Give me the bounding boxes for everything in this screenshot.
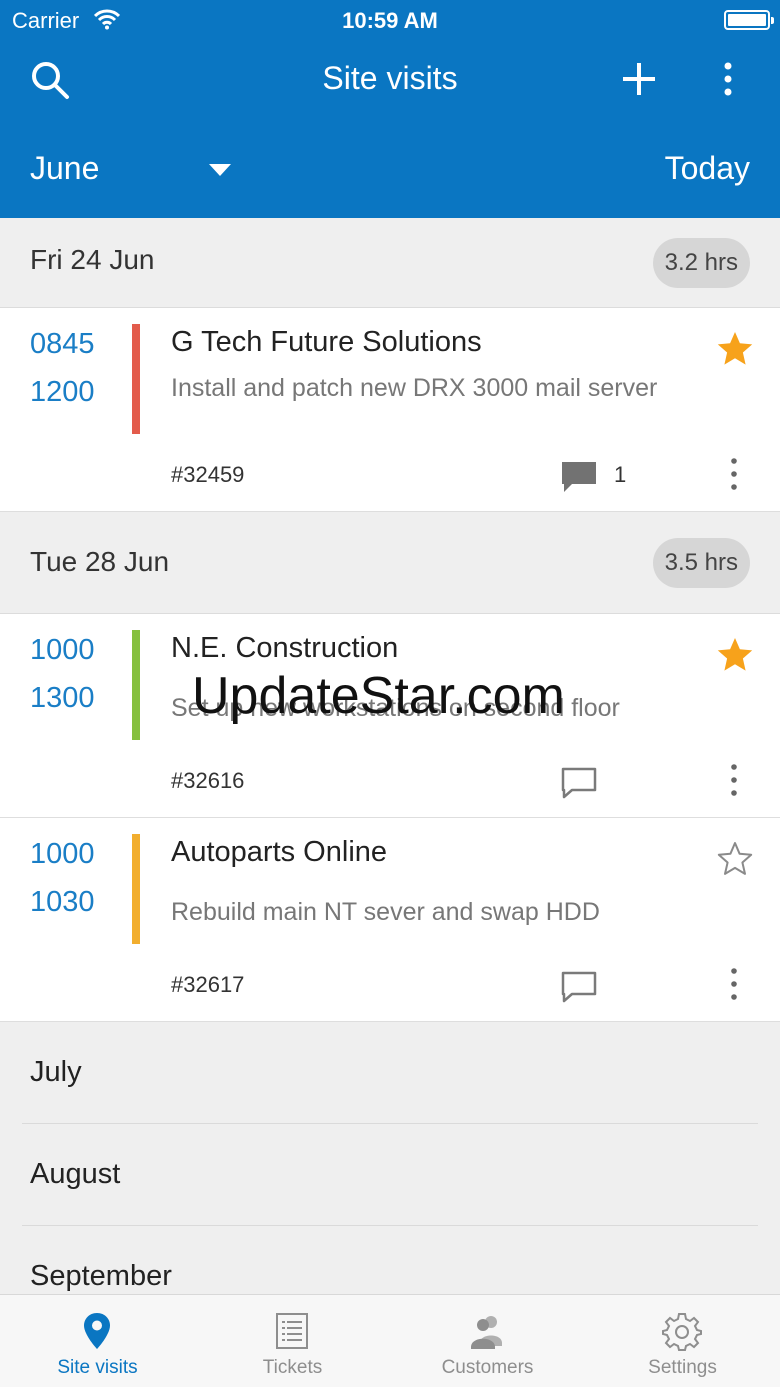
end-time: 1300 <box>30 682 95 714</box>
gear-icon <box>662 1313 702 1351</box>
customer-name: N.E. Construction <box>171 632 399 664</box>
star-filled-icon[interactable] <box>716 330 754 368</box>
status-bar: Carrier 10:59 AM <box>0 0 780 40</box>
tab-site-visits[interactable]: Site visits <box>0 1295 195 1387</box>
ticket-number: #32616 <box>171 768 245 793</box>
priority-bar <box>132 324 140 434</box>
tickets-icon <box>276 1313 308 1349</box>
month-row-label: August <box>30 1158 121 1190</box>
month-row-july[interactable]: July <box>0 1022 780 1124</box>
comment-filled-icon[interactable] <box>560 458 598 494</box>
start-time: 0845 <box>30 328 95 360</box>
month-row-label: July <box>30 1056 82 1088</box>
tab-bar: Site visits Tickets Customers Settings <box>0 1294 780 1387</box>
star-filled-icon[interactable] <box>716 636 754 674</box>
start-time: 1000 <box>30 838 95 870</box>
ticket-number: #32617 <box>171 972 245 997</box>
tab-tickets[interactable]: Tickets <box>195 1295 390 1387</box>
date-label: Fri 24 Jun <box>30 244 155 275</box>
tab-settings[interactable]: Settings <box>585 1295 780 1387</box>
today-button[interactable]: Today <box>665 150 750 187</box>
battery-icon <box>724 10 774 30</box>
visit-card[interactable]: 1000 1300 N.E. Construction Set up new w… <box>0 614 780 818</box>
visit-description: Rebuild main NT sever and swap HDD <box>171 898 600 926</box>
priority-bar <box>132 834 140 944</box>
end-time: 1200 <box>30 376 95 408</box>
status-time: 10:59 AM <box>342 8 438 33</box>
month-row-august[interactable]: August <box>0 1124 780 1226</box>
customers-icon <box>471 1316 502 1349</box>
hours-badge: 3.2 hrs <box>652 238 750 288</box>
dropdown-arrow-icon <box>209 164 231 176</box>
month-row-label: September <box>30 1260 172 1292</box>
more-vert-icon[interactable] <box>724 762 744 798</box>
tab-customers[interactable]: Customers <box>390 1295 585 1387</box>
comment-outline-icon[interactable] <box>560 764 598 800</box>
comment-count: 1 <box>614 462 627 487</box>
customer-name: Autoparts Online <box>171 836 388 868</box>
hours-badge: 3.5 hrs <box>652 538 750 588</box>
priority-bar <box>132 630 140 740</box>
date-header: Fri 24 Jun 3.2 hrs <box>0 218 780 308</box>
date-header: Tue 28 Jun 3.5 hrs <box>0 512 780 614</box>
visit-description: Install and patch new DRX 3000 mail serv… <box>171 374 658 402</box>
tab-label: Customers <box>441 1357 534 1378</box>
comment-outline-icon[interactable] <box>560 968 598 1004</box>
customer-name: G Tech Future Solutions <box>171 326 482 358</box>
more-vert-icon[interactable] <box>724 456 744 492</box>
date-label: Tue 28 Jun <box>30 546 170 577</box>
more-vert-icon[interactable] <box>724 966 744 1002</box>
month-label: June <box>30 150 100 186</box>
tab-label: Settings <box>648 1357 717 1378</box>
ticket-number: #32459 <box>171 462 245 487</box>
visit-card[interactable]: 1000 1030 Autoparts Online Rebuild main … <box>0 818 780 1022</box>
visit-card[interactable]: 0845 1200 G Tech Future Solutions Instal… <box>0 308 780 512</box>
end-time: 1030 <box>30 886 95 918</box>
app-header: Carrier 10:59 AM Site visits June Today <box>0 0 780 218</box>
location-pin-icon <box>84 1313 110 1349</box>
month-selector[interactable]: June <box>30 150 240 190</box>
more-vert-icon[interactable] <box>716 60 740 98</box>
add-icon[interactable] <box>620 60 658 98</box>
star-outline-icon[interactable] <box>716 840 754 878</box>
page-title: Site visits <box>322 60 458 96</box>
start-time: 1000 <box>30 634 95 666</box>
visit-description: Set up new workstations on second floor <box>171 694 620 722</box>
tab-label: Tickets <box>262 1357 323 1378</box>
tab-label: Site visits <box>57 1357 138 1378</box>
